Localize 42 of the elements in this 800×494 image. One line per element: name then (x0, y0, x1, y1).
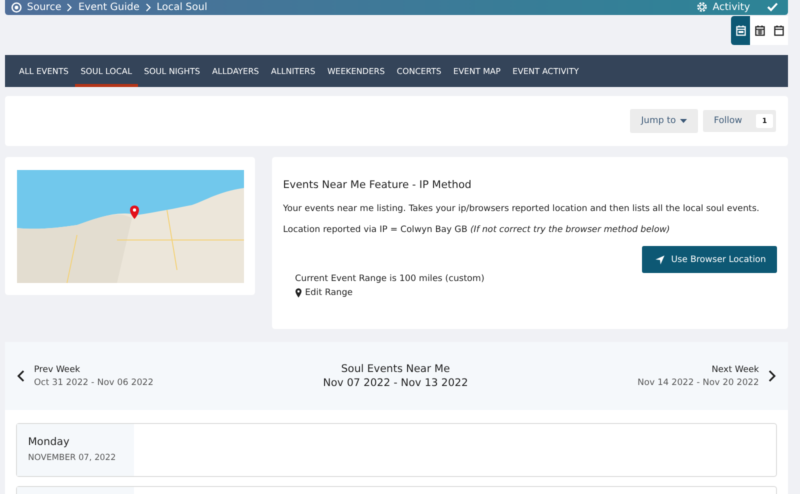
navigation-arrow-icon (655, 254, 666, 264)
range-text: Current Event Range is 100 miles (custom) (295, 273, 486, 286)
nav-tab[interactable]: CONCERTS (390, 55, 448, 87)
calendar-icon (754, 25, 764, 36)
chevron-right-icon (66, 2, 74, 12)
nav-tab[interactable]: EVENT MAP (447, 55, 507, 87)
nav-tab[interactable]: ALL EVENTS (13, 55, 75, 87)
breadcrumb-link[interactable]: Local Soul (156, 2, 208, 12)
use-browser-location-button[interactable]: Use Browser Location (642, 246, 777, 273)
calendar-view-button[interactable] (750, 16, 769, 45)
map-pin-icon (295, 288, 302, 298)
nav-tab[interactable]: EVENT ACTIVITY (506, 55, 585, 87)
calendar-icon (774, 25, 784, 36)
nav-tab[interactable]: ALLDAYERS (206, 55, 265, 87)
nav-tab[interactable]: ALLNITERS (264, 55, 322, 87)
chevron-left-icon (17, 370, 25, 382)
nav-tab[interactable]: WEEKENDERS (321, 55, 391, 87)
description-text: Your events near me listing. Takes your ip/browsers reported location and then lists all the local soul events. (283, 204, 760, 214)
calendar-view-button[interactable] (731, 16, 750, 45)
activity-link[interactable]: Activity (712, 2, 750, 12)
next-week-link[interactable]: Next Week Nov 14 2022 - Nov 20 2022 (638, 364, 776, 388)
breadcrumb-link[interactable]: Event Guide (78, 2, 140, 12)
chevron-right-icon (144, 2, 152, 12)
section-title: Events Near Me Feature - IP Method (283, 179, 472, 191)
day-name: Monday (28, 436, 70, 448)
breadcrumb-link[interactable]: Source (27, 2, 62, 12)
chevron-right-icon (768, 370, 776, 382)
current-week-range: Nov 07 2022 - Nov 13 2022 (323, 377, 468, 389)
checkmark-icon[interactable] (767, 2, 778, 12)
edit-range-link[interactable]: Edit Range (295, 286, 777, 300)
target-icon (11, 2, 22, 12)
caret-icon (680, 119, 687, 123)
calendar-icon (736, 25, 746, 36)
week-title: Soul Events Near Me (340, 363, 451, 375)
location-text: Location reported via IP = Colwyn Bay GB (If not correct try the browser method below) (283, 225, 671, 235)
calendar-view-button[interactable] (769, 16, 788, 45)
prev-week-link[interactable]: Prev Week Oct 31 2022 - Nov 06 2022 (17, 364, 154, 388)
day-date: NOVEMBER 07, 2022 (28, 452, 117, 462)
jump-to-button[interactable]: Jump to (630, 109, 698, 133)
nav-tab[interactable]: SOUL LOCAL (74, 55, 138, 87)
gear-icon (696, 1, 708, 13)
nav-tab[interactable]: SOUL NIGHTS (138, 55, 206, 87)
